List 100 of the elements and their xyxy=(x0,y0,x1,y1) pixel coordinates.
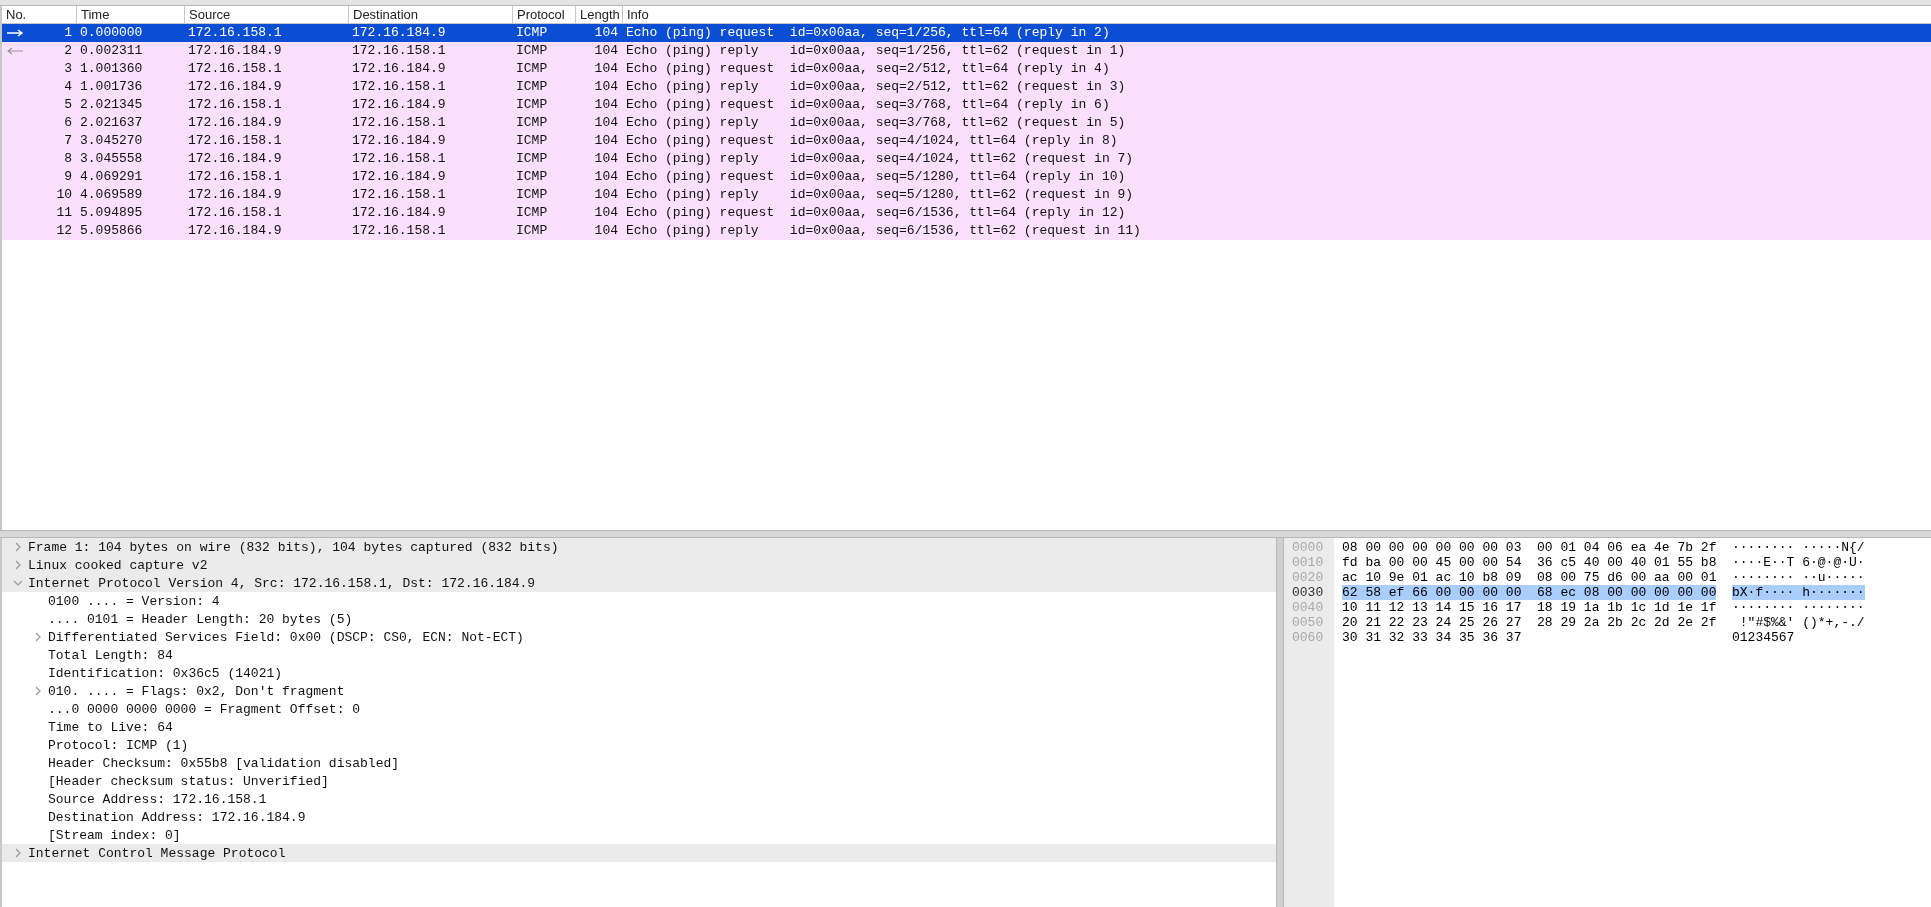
tree-item[interactable]: Total Length: 84 xyxy=(48,647,173,663)
tree-item[interactable]: Internet Control Message Protocol xyxy=(28,845,286,861)
tree-item[interactable]: .... 0101 = Header Length: 20 bytes (5) xyxy=(48,611,353,627)
destination-cell: 172.16.184.9 xyxy=(352,168,446,186)
ascii-text[interactable]: !"#$%&' ()*+,-./ xyxy=(1732,615,1865,630)
ascii-text[interactable]: ········ ··u····· xyxy=(1732,570,1865,585)
info-cell: Echo (ping) reply id=0x00aa, seq=4/1024, ttl=62 (request in 7) xyxy=(626,150,1134,168)
tree-item[interactable]: Header Checksum: 0x55b8 [validation disabled] xyxy=(48,755,400,771)
packet-row[interactable]: 5 2.021345 172.16.158.1 172.16.184.9 ICMP 104 Echo (ping) request id=0x00aa, seq=3/768, ttl=64 (reply in 6) xyxy=(2,96,1931,114)
destination-cell: 172.16.184.9 xyxy=(352,204,446,222)
chevron-down-icon[interactable] xyxy=(13,578,23,588)
packet-row[interactable]: 11 5.094895 172.16.158.1 172.16.184.9 ICMP 104 Echo (ping) request id=0x00aa, seq=6/1536, ttl=64 (reply in 12) xyxy=(2,204,1931,222)
hex-bytes[interactable]: 62 58 ef 66 00 00 00 00 68 ec 08 00 00 00 00 00 xyxy=(1342,585,1717,600)
destination-cell: 172.16.158.1 xyxy=(352,222,446,240)
destination-cell: 172.16.184.9 xyxy=(352,24,446,42)
column-header[interactable]: Source xyxy=(184,6,348,23)
source-cell: 172.16.184.9 xyxy=(188,186,282,204)
offset-label: 0040 xyxy=(1291,600,1324,615)
splitter[interactable] xyxy=(0,530,1931,538)
length-cell: 104 xyxy=(594,42,618,60)
column-header[interactable]: No. xyxy=(2,6,76,23)
column-header[interactable]: Protocol xyxy=(512,6,575,23)
column-header[interactable]: Time xyxy=(76,6,184,23)
protocol-cell: ICMP xyxy=(516,168,548,186)
tree-item[interactable]: [Stream index: 0] xyxy=(48,827,181,843)
chevron-right-icon[interactable] xyxy=(33,686,43,696)
hex-bytes[interactable]: ac 10 9e 01 ac 10 b8 09 08 00 75 d6 00 aa 00 01 xyxy=(1342,570,1717,585)
time-cell: 4.069589 xyxy=(80,186,143,204)
length-cell: 104 xyxy=(594,24,618,42)
number-cell: 12 xyxy=(56,222,72,240)
packet-row[interactable]: 7 3.045270 172.16.158.1 172.16.184.9 ICMP 104 Echo (ping) request id=0x00aa, seq=4/1024, ttl=64 (reply in 8) xyxy=(2,132,1931,150)
chevron-right-icon[interactable] xyxy=(13,848,23,858)
number-cell: 11 xyxy=(56,204,72,222)
length-cell: 104 xyxy=(594,96,618,114)
ascii-text[interactable]: ····E··T 6·@·@·U· xyxy=(1732,555,1865,570)
packet-row[interactable]: 6 2.021637 172.16.184.9 172.16.158.1 ICMP 104 Echo (ping) reply id=0x00aa, seq=3/768, ttl=62 (request in 5) xyxy=(2,114,1931,132)
hex-bytes[interactable]: 10 11 12 13 14 15 16 17 18 19 1a 1b 1c 1d 1e 1f xyxy=(1342,600,1717,615)
ascii-text[interactable]: ········ ········ xyxy=(1732,600,1865,615)
column-header[interactable]: Destination xyxy=(348,6,512,23)
time-cell: 1.001360 xyxy=(80,60,143,78)
packet-row[interactable]: 2 0.002311 172.16.184.9 172.16.158.1 ICMP 104 Echo (ping) reply id=0x00aa, seq=1/256, ttl=62 (request in 1) xyxy=(2,42,1931,60)
protocol-cell: ICMP xyxy=(516,132,548,150)
time-cell: 4.069291 xyxy=(80,168,143,186)
packet-row[interactable]: 9 4.069291 172.16.158.1 172.16.184.9 ICMP 104 Echo (ping) request id=0x00aa, seq=5/1280, ttl=64 (reply in 10) xyxy=(2,168,1931,186)
source-cell: 172.16.158.1 xyxy=(188,60,282,78)
info-cell: Echo (ping) request id=0x00aa, seq=1/256, ttl=64 (reply in 2) xyxy=(626,24,1110,42)
column-header[interactable]: Length xyxy=(575,6,622,23)
tree-item[interactable]: 010. .... = Flags: 0x2, Don't fragment xyxy=(48,683,345,699)
destination-cell: 172.16.158.1 xyxy=(352,42,446,60)
length-cell: 104 xyxy=(594,204,618,222)
tree-item[interactable]: Identification: 0x36c5 (14021) xyxy=(48,665,283,681)
tree-item[interactable]: Differentiated Services Field: 0x00 (DSCP: CS0, ECN: Not-ECT) xyxy=(48,629,524,645)
packet-row[interactable]: 10 4.069589 172.16.184.9 172.16.158.1 ICMP 104 Echo (ping) reply id=0x00aa, seq=5/1280, ttl=62 (request in 9) xyxy=(2,186,1931,204)
tree-item[interactable]: 0100 .... = Version: 4 xyxy=(48,593,220,609)
tree-item[interactable]: [Header checksum status: Unverified] xyxy=(48,773,329,789)
ascii-text[interactable]: ········ ·····N{/ xyxy=(1732,540,1865,555)
hex-bytes[interactable]: 08 00 00 00 00 00 00 03 00 01 04 06 ea 4e 7b 2f xyxy=(1342,540,1717,555)
ascii-text[interactable]: bX·f···· h······· xyxy=(1732,585,1865,600)
tree-item[interactable]: ...0 0000 0000 0000 = Fragment Offset: 0 xyxy=(48,701,361,717)
column-header[interactable]: Info xyxy=(622,6,1931,23)
time-cell: 2.021637 xyxy=(80,114,143,132)
packet-row[interactable]: 8 3.045558 172.16.184.9 172.16.158.1 ICMP 104 Echo (ping) reply id=0x00aa, seq=4/1024, ttl=62 (request in 7) xyxy=(2,150,1931,168)
time-cell: 2.021345 xyxy=(80,96,143,114)
ascii-text[interactable]: 01234567 xyxy=(1732,630,1795,645)
destination-cell: 172.16.184.9 xyxy=(352,60,446,78)
protocol-cell: ICMP xyxy=(516,222,548,240)
tree-item[interactable]: Source Address: 172.16.158.1 xyxy=(48,791,267,807)
packet-row[interactable]: 1 0.000000 172.16.158.1 172.16.184.9 ICMP 104 Echo (ping) request id=0x00aa, seq=1/256, ttl=64 (reply in 2) xyxy=(2,24,1931,42)
chevron-right-icon[interactable] xyxy=(33,632,43,642)
destination-cell: 172.16.158.1 xyxy=(352,114,446,132)
time-cell: 1.001736 xyxy=(80,78,143,96)
number-cell: 8 xyxy=(64,150,72,168)
number-cell: 1 xyxy=(64,24,72,42)
hex-bytes[interactable]: fd ba 00 00 45 00 00 54 36 c5 40 00 40 01 55 b8 xyxy=(1342,555,1717,570)
source-cell: 172.16.158.1 xyxy=(188,204,282,222)
packet-row[interactable]: 3 1.001360 172.16.158.1 172.16.184.9 ICMP 104 Echo (ping) request id=0x00aa, seq=2/512, ttl=64 (reply in 4) xyxy=(2,60,1931,78)
protocol-cell: ICMP xyxy=(516,78,548,96)
tree-item[interactable]: Destination Address: 172.16.184.9 xyxy=(48,809,306,825)
tree-item[interactable]: Time to Live: 64 xyxy=(48,719,173,735)
source-cell: 172.16.184.9 xyxy=(188,42,282,60)
packet-row[interactable]: 12 5.095866 172.16.184.9 172.16.158.1 ICMP 104 Echo (ping) reply id=0x00aa, seq=6/1536, ttl=62 (request in 11) xyxy=(2,222,1931,240)
protocol-cell: ICMP xyxy=(516,150,548,168)
tree-item[interactable]: Protocol: ICMP (1) xyxy=(48,737,189,753)
number-cell: 6 xyxy=(64,114,72,132)
tree-item[interactable]: Linux cooked capture v2 xyxy=(28,557,208,573)
source-cell: 172.16.184.9 xyxy=(188,222,282,240)
chevron-right-icon[interactable] xyxy=(13,560,23,570)
info-cell: Echo (ping) reply id=0x00aa, seq=3/768, ttl=62 (request in 5) xyxy=(626,114,1126,132)
hex-bytes[interactable]: 20 21 22 23 24 25 26 27 28 29 2a 2b 2c 2d 2e 2f xyxy=(1342,615,1717,630)
info-cell: Echo (ping) request id=0x00aa, seq=2/512, ttl=64 (reply in 4) xyxy=(626,60,1110,78)
time-cell: 5.094895 xyxy=(80,204,143,222)
offset-label: 0010 xyxy=(1291,555,1324,570)
packet-row[interactable]: 4 1.001736 172.16.184.9 172.16.158.1 ICMP 104 Echo (ping) reply id=0x00aa, seq=2/512, ttl=62 (request in 3) xyxy=(2,78,1931,96)
offset-label: 0060 xyxy=(1291,630,1324,645)
hex-bytes[interactable]: 30 31 32 33 34 35 36 37 xyxy=(1342,630,1522,645)
number-cell: 10 xyxy=(56,186,72,204)
info-cell: Echo (ping) reply id=0x00aa, seq=6/1536, ttl=62 (request in 11) xyxy=(626,222,1141,240)
chevron-right-icon[interactable] xyxy=(13,542,23,552)
splitter[interactable] xyxy=(1276,538,1284,907)
source-cell: 172.16.184.9 xyxy=(188,114,282,132)
